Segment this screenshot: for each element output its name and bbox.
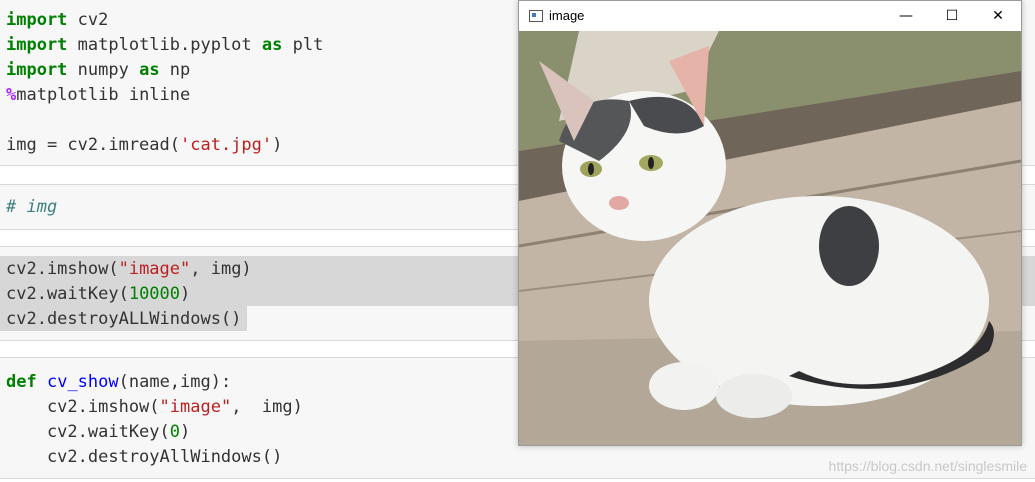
code-line: %matplotlib inline <box>6 85 191 105</box>
window-titlebar[interactable]: image — ☐ ✕ <box>519 1 1021 31</box>
window-title: image <box>549 8 585 23</box>
code-line: def cv_show(name,img): <box>6 372 232 392</box>
image-window[interactable]: image — ☐ ✕ <box>518 0 1022 446</box>
code-line: import numpy as np <box>6 60 191 80</box>
code-line: cv2.imshow("image", img) <box>6 397 303 417</box>
code-line: cv2.waitKey(0) <box>6 422 191 442</box>
minimize-button[interactable]: — <box>883 1 929 31</box>
watermark-text: https://blog.csdn.net/singlesmile <box>828 458 1027 474</box>
cat-image <box>519 31 1021 445</box>
code-comment: # img <box>6 197 58 217</box>
close-button[interactable]: ✕ <box>975 1 1021 31</box>
code-line: img = cv2.imread('cat.jpg') <box>6 135 283 155</box>
code-line: cv2.waitKey(10000) <box>6 284 191 304</box>
code-line: cv2.imshow("image", img) <box>6 259 252 279</box>
code-line: cv2.destroyAllWindows() <box>6 447 283 467</box>
window-app-icon <box>529 10 543 22</box>
code-line: import matplotlib.pyplot as plt <box>6 35 324 55</box>
code-line: import cv2 <box>6 10 109 30</box>
maximize-button[interactable]: ☐ <box>929 1 975 31</box>
code-line: cv2.destroyALLWindows() <box>6 309 242 329</box>
